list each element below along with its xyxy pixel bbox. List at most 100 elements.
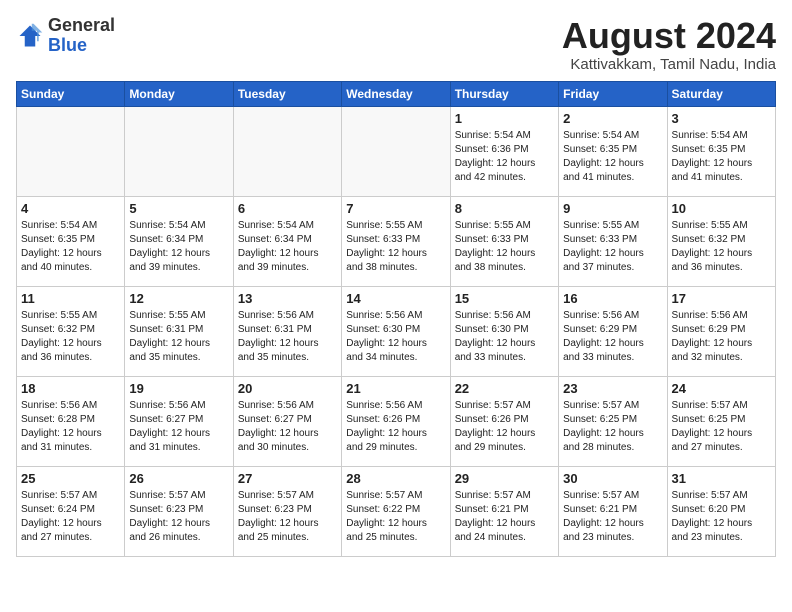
weekday-header-thursday: Thursday — [450, 81, 558, 106]
day-number: 18 — [21, 381, 120, 396]
day-info: Sunrise: 5:55 AM Sunset: 6:33 PM Dayligh… — [563, 219, 662, 275]
weekday-header-monday: Monday — [125, 81, 233, 106]
day-info: Sunrise: 5:55 AM Sunset: 6:33 PM Dayligh… — [455, 219, 554, 275]
day-info: Sunrise: 5:54 AM Sunset: 6:35 PM Dayligh… — [21, 219, 120, 275]
day-info: Sunrise: 5:57 AM Sunset: 6:24 PM Dayligh… — [21, 489, 120, 545]
day-info: Sunrise: 5:55 AM Sunset: 6:32 PM Dayligh… — [672, 219, 771, 275]
day-info: Sunrise: 5:56 AM Sunset: 6:27 PM Dayligh… — [238, 399, 337, 455]
calendar-cell — [342, 106, 450, 196]
day-info: Sunrise: 5:56 AM Sunset: 6:28 PM Dayligh… — [21, 399, 120, 455]
day-info: Sunrise: 5:57 AM Sunset: 6:22 PM Dayligh… — [346, 489, 445, 545]
day-number: 24 — [672, 381, 771, 396]
day-number: 31 — [672, 471, 771, 486]
calendar-cell: 8 Sunrise: 5:55 AM Sunset: 6:33 PM Daylig… — [450, 196, 558, 286]
calendar-cell: 5 Sunrise: 5:54 AM Sunset: 6:34 PM Daylig… — [125, 196, 233, 286]
day-info: Sunrise: 5:56 AM Sunset: 6:27 PM Dayligh… — [129, 399, 228, 455]
page-header: General Blue August 2024 Kattivakkam, Ta… — [16, 16, 776, 73]
day-info: Sunrise: 5:54 AM Sunset: 6:35 PM Dayligh… — [563, 129, 662, 185]
calendar-cell: 6 Sunrise: 5:54 AM Sunset: 6:34 PM Daylig… — [233, 196, 341, 286]
day-info: Sunrise: 5:56 AM Sunset: 6:29 PM Dayligh… — [563, 309, 662, 365]
calendar-cell — [125, 106, 233, 196]
day-info: Sunrise: 5:57 AM Sunset: 6:23 PM Dayligh… — [129, 489, 228, 545]
calendar-cell: 17Sunrise: 5:56 AM Sunset: 6:29 PM Dayli… — [667, 286, 775, 376]
weekday-header-wednesday: Wednesday — [342, 81, 450, 106]
day-info: Sunrise: 5:54 AM Sunset: 6:36 PM Dayligh… — [455, 129, 554, 185]
calendar-cell: 11 Sunrise: 5:55 AM Sunset: 6:32 PM Dayli… — [17, 286, 125, 376]
day-info: Sunrise: 5:57 AM Sunset: 6:25 PM Dayligh… — [672, 399, 771, 455]
logo-blue-text: Blue — [48, 35, 87, 55]
weekday-header-saturday: Saturday — [667, 81, 775, 106]
calendar-cell: 25Sunrise: 5:57 AM Sunset: 6:24 PM Dayli… — [17, 466, 125, 556]
day-number: 7 — [346, 201, 445, 216]
month-year-title: August 2024 — [562, 16, 776, 56]
calendar-cell: 23 Sunrise: 5:57 AM Sunset: 6:25 PM Dayli… — [559, 376, 667, 466]
title-block: August 2024 Kattivakkam, Tamil Nadu, Ind… — [562, 16, 776, 73]
logo-icon — [16, 22, 44, 50]
day-number: 16 — [563, 291, 662, 306]
day-number: 11 — [21, 291, 120, 306]
day-number: 23 — [563, 381, 662, 396]
day-info: Sunrise: 5:57 AM Sunset: 6:21 PM Dayligh… — [563, 489, 662, 545]
calendar-cell: 1 Sunrise: 5:54 AM Sunset: 6:36 PM Daylig… — [450, 106, 558, 196]
day-number: 29 — [455, 471, 554, 486]
day-number: 5 — [129, 201, 228, 216]
day-number: 19 — [129, 381, 228, 396]
day-number: 4 — [21, 201, 120, 216]
calendar-cell: 4 Sunrise: 5:54 AM Sunset: 6:35 PM Daylig… — [17, 196, 125, 286]
week-row-3: 11 Sunrise: 5:55 AM Sunset: 6:32 PM Dayli… — [17, 286, 776, 376]
week-row-5: 25Sunrise: 5:57 AM Sunset: 6:24 PM Dayli… — [17, 466, 776, 556]
day-number: 21 — [346, 381, 445, 396]
weekday-header-tuesday: Tuesday — [233, 81, 341, 106]
calendar-cell: 3 Sunrise: 5:54 AM Sunset: 6:35 PM Daylig… — [667, 106, 775, 196]
calendar-cell: 18 Sunrise: 5:56 AM Sunset: 6:28 PM Dayli… — [17, 376, 125, 466]
calendar-cell: 22 Sunrise: 5:57 AM Sunset: 6:26 PM Dayli… — [450, 376, 558, 466]
day-number: 8 — [455, 201, 554, 216]
calendar-cell: 26Sunrise: 5:57 AM Sunset: 6:23 PM Dayli… — [125, 466, 233, 556]
calendar-cell: 10Sunrise: 5:55 AM Sunset: 6:32 PM Dayli… — [667, 196, 775, 286]
calendar-cell: 19 Sunrise: 5:56 AM Sunset: 6:27 PM Dayli… — [125, 376, 233, 466]
day-number: 14 — [346, 291, 445, 306]
day-number: 15 — [455, 291, 554, 306]
day-number: 6 — [238, 201, 337, 216]
weekday-header-friday: Friday — [559, 81, 667, 106]
day-number: 12 — [129, 291, 228, 306]
day-number: 20 — [238, 381, 337, 396]
day-info: Sunrise: 5:56 AM Sunset: 6:26 PM Dayligh… — [346, 399, 445, 455]
day-info: Sunrise: 5:57 AM Sunset: 6:21 PM Dayligh… — [455, 489, 554, 545]
calendar-cell: 21 Sunrise: 5:56 AM Sunset: 6:26 PM Dayli… — [342, 376, 450, 466]
day-info: Sunrise: 5:55 AM Sunset: 6:33 PM Dayligh… — [346, 219, 445, 275]
day-info: Sunrise: 5:57 AM Sunset: 6:23 PM Dayligh… — [238, 489, 337, 545]
calendar-body: 1 Sunrise: 5:54 AM Sunset: 6:36 PM Daylig… — [17, 106, 776, 556]
day-info: Sunrise: 5:55 AM Sunset: 6:31 PM Dayligh… — [129, 309, 228, 365]
day-number: 2 — [563, 111, 662, 126]
day-number: 3 — [672, 111, 771, 126]
calendar-cell: 24 Sunrise: 5:57 AM Sunset: 6:25 PM Dayli… — [667, 376, 775, 466]
day-info: Sunrise: 5:55 AM Sunset: 6:32 PM Dayligh… — [21, 309, 120, 365]
day-info: Sunrise: 5:57 AM Sunset: 6:20 PM Dayligh… — [672, 489, 771, 545]
day-number: 9 — [563, 201, 662, 216]
calendar-cell — [17, 106, 125, 196]
calendar-cell: 20 Sunrise: 5:56 AM Sunset: 6:27 PM Dayli… — [233, 376, 341, 466]
week-row-1: 1 Sunrise: 5:54 AM Sunset: 6:36 PM Daylig… — [17, 106, 776, 196]
day-info: Sunrise: 5:54 AM Sunset: 6:35 PM Dayligh… — [672, 129, 771, 185]
calendar-cell — [233, 106, 341, 196]
day-info: Sunrise: 5:54 AM Sunset: 6:34 PM Dayligh… — [129, 219, 228, 275]
day-number: 22 — [455, 381, 554, 396]
calendar-cell: 27Sunrise: 5:57 AM Sunset: 6:23 PM Dayli… — [233, 466, 341, 556]
calendar-cell: 9 Sunrise: 5:55 AM Sunset: 6:33 PM Daylig… — [559, 196, 667, 286]
calendar-cell: 14Sunrise: 5:56 AM Sunset: 6:30 PM Dayli… — [342, 286, 450, 376]
day-number: 13 — [238, 291, 337, 306]
week-row-4: 18 Sunrise: 5:56 AM Sunset: 6:28 PM Dayli… — [17, 376, 776, 466]
day-info: Sunrise: 5:57 AM Sunset: 6:25 PM Dayligh… — [563, 399, 662, 455]
day-number: 1 — [455, 111, 554, 126]
day-number: 17 — [672, 291, 771, 306]
day-info: Sunrise: 5:57 AM Sunset: 6:26 PM Dayligh… — [455, 399, 554, 455]
calendar-cell: 31 Sunrise: 5:57 AM Sunset: 6:20 PM Dayli… — [667, 466, 775, 556]
calendar-cell: 29 Sunrise: 5:57 AM Sunset: 6:21 PM Dayli… — [450, 466, 558, 556]
day-info: Sunrise: 5:54 AM Sunset: 6:34 PM Dayligh… — [238, 219, 337, 275]
calendar-cell: 16 Sunrise: 5:56 AM Sunset: 6:29 PM Dayli… — [559, 286, 667, 376]
calendar-cell: 30Sunrise: 5:57 AM Sunset: 6:21 PM Dayli… — [559, 466, 667, 556]
logo-general-text: General — [48, 15, 115, 35]
calendar-cell: 28Sunrise: 5:57 AM Sunset: 6:22 PM Dayli… — [342, 466, 450, 556]
calendar-cell: 2 Sunrise: 5:54 AM Sunset: 6:35 PM Daylig… — [559, 106, 667, 196]
